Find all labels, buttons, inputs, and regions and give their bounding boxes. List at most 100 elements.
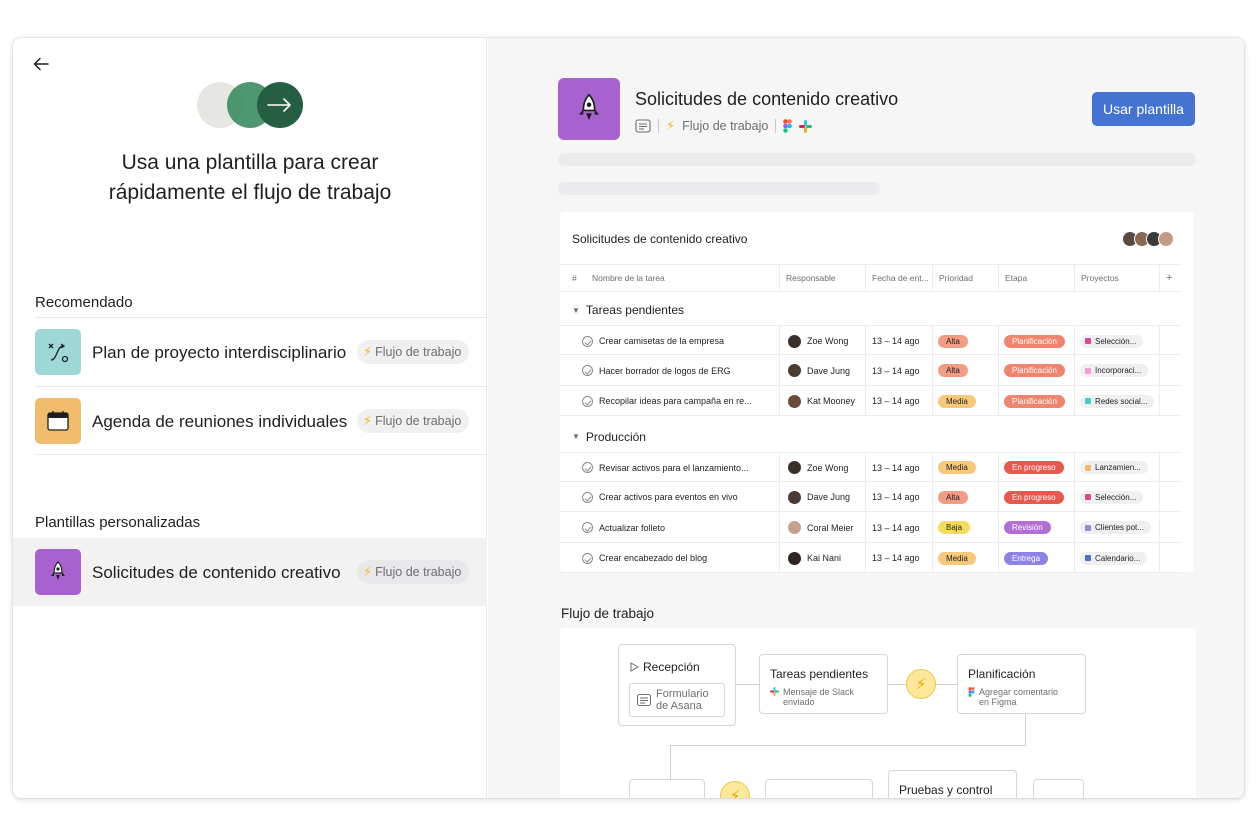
due-date-cell[interactable]: 13 – 14 ago [872, 482, 932, 512]
check-circle-icon[interactable] [582, 491, 593, 503]
owner-cell[interactable]: Kai Nani [788, 543, 864, 573]
project-color-swatch [1085, 555, 1091, 561]
workflow-node-intake[interactable]: Recepción Formulario de Asana [618, 644, 736, 726]
avatar [788, 521, 801, 534]
workflow-node-planning[interactable]: Planificación Agregar comentario en Figma [957, 654, 1086, 714]
stage-cell[interactable]: Planificación [1004, 356, 1074, 386]
stage-badge: Entrega [1004, 551, 1049, 565]
task-name-cell[interactable]: Crear camisetas de la empresa [582, 326, 777, 356]
due-date-cell[interactable]: 13 – 14 ago [872, 513, 932, 543]
check-circle-icon[interactable] [582, 365, 593, 376]
table-row[interactable]: Crear activos para eventos en vivo Dave J… [560, 482, 1182, 512]
project-cell[interactable]: Selección... [1080, 482, 1158, 512]
check-circle-icon[interactable] [582, 522, 593, 533]
owner-name: Dave Jung [807, 492, 851, 502]
task-name-cell[interactable]: Hacer borrador de logos de ERG [582, 356, 777, 386]
col-header-stage[interactable]: Etapa [999, 265, 1075, 292]
stage-badge: Revisión [1004, 521, 1051, 534]
owner-cell[interactable]: Zoe Wong [788, 453, 864, 483]
task-name-cell[interactable]: Recopilar ideas para campaña en re... [582, 386, 777, 416]
workflow-node[interactable] [629, 779, 705, 798]
add-column-button[interactable]: + [1160, 265, 1182, 292]
project-cell[interactable]: Lanzamien... [1080, 453, 1158, 483]
use-template-button[interactable]: Usar plantilla [1092, 92, 1195, 126]
task-name-cell[interactable]: Crear encabezado del blog [582, 543, 777, 573]
priority-cell[interactable]: Alta [938, 482, 998, 512]
owner-cell[interactable]: Kat Mooney [788, 386, 864, 416]
back-arrow-icon[interactable] [31, 54, 51, 74]
workflow-node[interactable] [1033, 779, 1084, 798]
task-name-cell[interactable]: Revisar activos para el lanzamiento... [582, 453, 777, 483]
col-divider [865, 452, 866, 483]
due-date-cell[interactable]: 13 – 14 ago [872, 356, 932, 386]
asana-form-chip[interactable]: Formulario de Asana [629, 683, 725, 717]
priority-cell[interactable]: Media [938, 386, 998, 416]
skeleton-line [558, 182, 880, 195]
owner-cell[interactable]: Zoe Wong [788, 326, 864, 356]
stage-cell[interactable]: Revisión [1004, 513, 1074, 543]
project-color-swatch [1085, 494, 1091, 500]
check-circle-icon[interactable] [582, 462, 593, 473]
template-item-one-on-one-agenda[interactable]: Agenda de reuniones individuales ⚡ Flujo … [13, 387, 487, 455]
table-row[interactable]: Hacer borrador de logos de ERG Dave Jung 1… [560, 355, 1182, 386]
project-cell[interactable]: Incorporaci... [1080, 356, 1158, 386]
col-divider [998, 452, 999, 483]
due-date-cell[interactable]: 13 – 14 ago [872, 543, 932, 573]
slack-icon [770, 687, 779, 696]
caret-down-icon[interactable]: ▼ [572, 432, 580, 441]
table-row[interactable]: Crear camisetas de la empresa Zoe Wong 13 … [560, 325, 1182, 356]
col-divider [1159, 355, 1160, 386]
check-circle-icon[interactable] [582, 552, 593, 564]
check-circle-icon[interactable] [582, 395, 593, 407]
avatar [788, 364, 801, 377]
stage-cell[interactable]: En progreso [1004, 453, 1074, 483]
table-row[interactable]: Crear encabezado del blog Kai Nani 13 – 14… [560, 543, 1182, 573]
workflow-node-todo[interactable]: Tareas pendientes Mensaje de Slack enviad… [759, 654, 888, 714]
table-row[interactable]: Actualizar folleto Coral Meier 13 – 14 ago… [560, 512, 1182, 543]
automation-lightning-icon[interactable]: ⚡ [720, 781, 750, 798]
col-header-task[interactable]: Nombre de la tarea [586, 265, 776, 292]
intake-label: Recepción [643, 660, 700, 674]
due-date-cell[interactable]: 13 – 14 ago [872, 386, 932, 416]
col-divider [1074, 326, 1075, 356]
table-row[interactable]: Recopilar ideas para campaña en re... Kat… [560, 386, 1182, 416]
col-header-priority[interactable]: Prioridad [933, 265, 999, 292]
col-header-projects[interactable]: Proyectos [1075, 265, 1159, 292]
project-cell[interactable]: Selección... [1080, 326, 1158, 356]
project-cell[interactable]: Calendario... [1080, 543, 1158, 573]
task-name-cell[interactable]: Crear activos para eventos en vivo [582, 482, 777, 512]
template-item-creative-requests[interactable]: Solicitudes de contenido creativo ⚡ Flujo… [13, 538, 487, 606]
due-date-cell[interactable]: 13 – 14 ago [872, 326, 932, 356]
owner-cell[interactable]: Coral Meier [788, 513, 864, 543]
project-cell[interactable]: Redes social... [1080, 386, 1158, 416]
workflow-section-label: Flujo de trabajo [561, 606, 655, 621]
task-name-cell[interactable]: Actualizar folleto [582, 513, 777, 543]
project-cell[interactable]: Clientes pot... [1080, 513, 1158, 543]
stage-cell[interactable]: Planificación [1004, 326, 1074, 356]
automation-lightning-icon[interactable]: ⚡ [906, 669, 936, 699]
section-header[interactable]: ▼ Producción [572, 430, 646, 444]
priority-cell[interactable]: Baja [938, 513, 998, 543]
workflow-chip: ⚡ Flujo de trabajo [357, 409, 470, 433]
check-circle-icon[interactable] [582, 335, 593, 347]
section-header[interactable]: ▼ Tareas pendientes [572, 303, 684, 317]
priority-cell[interactable]: Alta [938, 356, 998, 386]
due-date-cell[interactable]: 13 – 14 ago [872, 453, 932, 483]
owner-cell[interactable]: Dave Jung [788, 356, 864, 386]
col-header-due-date[interactable]: Fecha de ent... [866, 265, 932, 292]
stage-cell[interactable]: Entrega [1004, 543, 1074, 573]
template-item-cross-functional-plan[interactable]: Plan de proyecto interdisciplinario ⚡ Flu… [13, 318, 487, 386]
priority-cell[interactable]: Media [938, 453, 998, 483]
priority-cell[interactable]: Alta [938, 326, 998, 356]
priority-cell[interactable]: Media [938, 543, 998, 573]
workflow-node[interactable] [765, 779, 873, 798]
table-row[interactable]: Revisar activos para el lanzamiento... Zo… [560, 451, 1182, 483]
workflow-node-testing[interactable]: Pruebas y control [888, 770, 1017, 798]
col-header-owner[interactable]: Responsable [780, 265, 864, 292]
stage-cell[interactable]: Planificación [1004, 386, 1074, 416]
owner-cell[interactable]: Dave Jung [788, 482, 864, 512]
due-date: 13 – 14 ago [872, 365, 920, 376]
planning-action-line-2: en Figma [979, 697, 1017, 707]
stage-cell[interactable]: En progreso [1004, 482, 1074, 512]
caret-down-icon[interactable]: ▼ [572, 306, 580, 315]
